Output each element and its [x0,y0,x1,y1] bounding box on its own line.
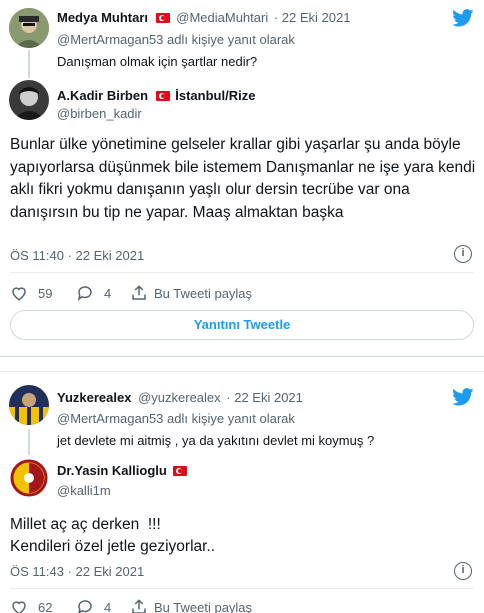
thread-line [28,50,30,78]
divider [10,272,474,273]
like-button[interactable]: 59 [10,284,52,302]
share-button[interactable]: Bu Tweeti paylaş [130,284,252,302]
share-button[interactable]: Bu Tweeti paylaş [130,598,252,613]
section-divider [0,371,484,372]
reply-count: 4 [104,285,112,301]
author-handle[interactable]: @yuzkerealex [138,390,221,405]
info-icon[interactable]: i [454,245,472,263]
author-location: İstanbul/Rize [175,88,256,103]
share-label: Bu Tweeti paylaş [154,599,253,613]
reply-context[interactable]: @MertArmagan53 adlı kişiye yanıt olarak [57,411,295,426]
author-name[interactable]: A.Kadir Birben [57,88,148,103]
tweet-text: Millet aç aç derken !!! Kendileri özel j… [10,514,215,558]
like-count: 62 [38,599,53,613]
tweet-date[interactable]: · 22 Eki 2021 [226,390,303,405]
thread-line [28,429,30,455]
avatar[interactable] [9,8,49,48]
turkey-flag-icon [155,13,170,23]
author-handle[interactable]: @MediaMuhtari [176,10,268,25]
tweet-text-line: Millet aç aç derken !!! [10,516,161,533]
twitter-bird-icon[interactable] [452,9,474,27]
comment-icon [77,286,92,301]
divider [10,588,474,589]
tweet-timestamp[interactable]: ÖS 11:40 · 22 Eki 2021 [10,248,144,263]
tweet-timestamp[interactable]: ÖS 11:43 · 22 Eki 2021 [10,564,144,579]
avatar[interactable] [9,458,49,498]
tweet-text: Bunlar ülke yönetimine gelseler krallar … [10,136,476,221]
share-icon [132,285,146,300]
info-icon[interactable]: i [454,562,472,580]
author-name[interactable]: Dr.Yasin Kallioglu [57,463,167,478]
author-handle[interactable]: @birben_kadir [57,106,142,121]
reply-button[interactable]: 4 [76,598,111,613]
reply-button[interactable]: 4 [76,284,111,302]
reply-context[interactable]: @MertArmagan53 adlı kişiye yanıt olarak [57,32,295,47]
heart-icon [12,287,26,301]
author-name[interactable]: Medya Muhtarı [57,10,148,25]
heart-icon [12,601,26,613]
author-handle[interactable]: @kalli1m [57,483,111,498]
like-button[interactable]: 62 [10,598,52,613]
tweet-date[interactable]: · 22 Eki 2021 [274,10,351,25]
like-count: 59 [38,285,53,301]
avatar[interactable] [9,80,49,120]
tweet-reply-button[interactable]: Yanıtını Tweetle [10,310,474,340]
turkey-flag-icon [173,466,188,476]
section-gap [0,357,484,371]
twitter-bird-icon[interactable] [452,388,474,406]
share-label: Bu Tweeti paylaş [154,285,253,301]
tweet-text: Danışman olmak için şartlar nedir? [57,54,258,69]
tweet-text: jet devlete mi aitmiş , ya da yakıtını d… [57,433,375,448]
turkey-flag-icon [155,91,170,101]
author-name[interactable]: Yuzkerealex [57,390,131,405]
share-icon [132,599,146,613]
avatar[interactable] [9,385,49,425]
reply-count: 4 [104,599,112,613]
tweet-text-line: Kendileri özel jetle geziyorlar.. [10,538,216,555]
comment-icon [78,600,92,613]
